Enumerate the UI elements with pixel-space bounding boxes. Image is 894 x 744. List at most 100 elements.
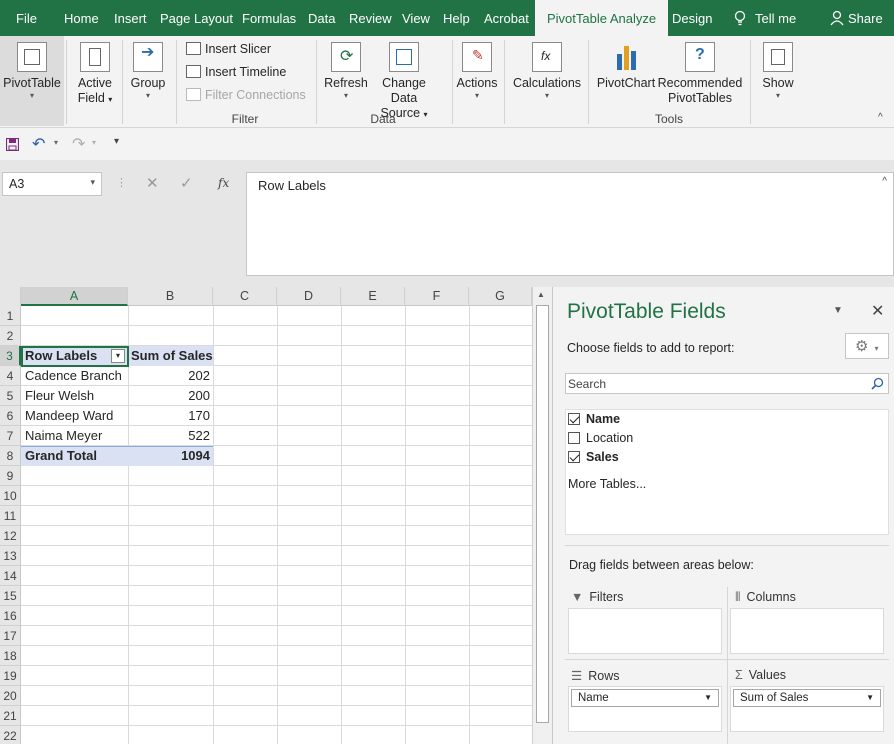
rows-drop-area[interactable]: Name ▼ — [568, 686, 722, 732]
vertical-scrollbar[interactable]: ▲ — [532, 287, 552, 744]
row-header[interactable]: 19 — [0, 666, 21, 686]
tools-gear-button[interactable]: ⚙ ▾ — [845, 333, 889, 359]
pivottable-button[interactable]: PivotTable ▾ — [0, 36, 64, 126]
column-header-g[interactable]: G — [469, 287, 532, 306]
formula-input[interactable]: Row Labels ^ — [246, 172, 894, 276]
actions-button[interactable]: ✎ Actions ▾ — [454, 42, 500, 101]
insert-timeline-button[interactable]: Insert Timeline — [186, 65, 286, 79]
checkbox-checked-icon[interactable] — [568, 451, 580, 463]
row-header[interactable]: 5 — [0, 386, 21, 406]
name-box[interactable]: A3 ▾ — [2, 172, 102, 196]
pivot-row-label[interactable]: Fleur Welsh — [22, 386, 97, 406]
pivot-row-value[interactable]: 200 — [128, 386, 213, 406]
tab-acrobat[interactable]: Acrobat — [484, 0, 529, 36]
row-header[interactable]: 13 — [0, 546, 21, 566]
column-header-d[interactable]: D — [277, 287, 341, 306]
values-field-dropdown[interactable]: Sum of Sales ▼ — [733, 689, 881, 707]
field-item-sales[interactable]: Sales — [568, 450, 619, 464]
tell-me-box[interactable]: Tell me — [733, 0, 796, 36]
change-data-source-button[interactable]: Change Data Source ▾ — [368, 42, 440, 122]
tab-pivottable-analyze[interactable]: PivotTable Analyze — [535, 0, 669, 36]
collapse-ribbon-icon[interactable]: ^ — [878, 112, 883, 123]
chevron-down-icon[interactable]: ▾ — [54, 138, 58, 147]
filter-dropdown-icon[interactable]: ▾ — [111, 349, 125, 363]
cancel-icon[interactable]: ✕ — [146, 174, 159, 192]
chevron-down-icon[interactable]: ▾ — [90, 177, 95, 188]
row-header[interactable]: 16 — [0, 606, 21, 626]
more-tables-link[interactable]: More Tables... — [568, 477, 646, 491]
checkbox-icon[interactable] — [568, 432, 580, 444]
row-header[interactable]: 3 — [0, 346, 21, 366]
redo-icon[interactable]: ↷ — [72, 134, 85, 154]
tab-review[interactable]: Review — [349, 0, 392, 36]
tab-design[interactable]: Design — [672, 0, 712, 36]
select-all-corner[interactable] — [0, 287, 21, 306]
collapse-formula-icon[interactable]: ^ — [882, 176, 887, 187]
tab-insert[interactable]: Insert — [114, 0, 147, 36]
row-header[interactable]: 9 — [0, 466, 21, 486]
refresh-button[interactable]: ⟳ Refresh ▾ — [322, 42, 370, 101]
pivot-row-value[interactable]: 202 — [128, 366, 213, 386]
row-header[interactable]: 6 — [0, 406, 21, 426]
filter-connections-button[interactable]: Filter Connections — [186, 88, 306, 102]
row-header[interactable]: 18 — [0, 646, 21, 666]
rows-field-dropdown[interactable]: Name ▼ — [571, 689, 719, 707]
worksheet-grid[interactable]: A B C D E F G 1 2 3 4 5 6 7 8 9 10 11 12 13 14 15 16 17 1… — [0, 287, 552, 744]
row-header[interactable]: 15 — [0, 586, 21, 606]
enter-icon[interactable]: ✓ — [180, 174, 193, 192]
tab-formulas[interactable]: Formulas — [242, 0, 296, 36]
pivot-grand-total-label[interactable]: Grand Total — [22, 446, 100, 466]
pivot-row-label[interactable]: Mandeep Ward — [22, 406, 116, 426]
search-icon[interactable] — [871, 377, 884, 390]
row-header[interactable]: 2 — [0, 326, 21, 346]
column-header-b[interactable]: B — [128, 287, 213, 306]
active-field-button[interactable]: Active Field ▾ — [72, 42, 118, 107]
pivotchart-button[interactable]: PivotChart — [594, 42, 658, 91]
filters-drop-area[interactable] — [568, 608, 722, 654]
column-header-c[interactable]: C — [213, 287, 277, 306]
pivot-grand-total-value[interactable]: 1094 — [128, 446, 213, 466]
tab-help[interactable]: Help — [443, 0, 470, 36]
undo-icon[interactable]: ↶ — [32, 134, 45, 154]
chevron-down-icon[interactable]: ▾ — [92, 138, 96, 147]
row-header[interactable]: 17 — [0, 626, 21, 646]
row-header[interactable]: 10 — [0, 486, 21, 506]
column-header-a[interactable]: A — [21, 287, 128, 306]
column-header-e[interactable]: E — [341, 287, 405, 306]
row-header[interactable]: 21 — [0, 706, 21, 726]
row-header[interactable]: 4 — [0, 366, 21, 386]
pane-options-icon[interactable]: ▼ — [833, 305, 843, 316]
recommended-pivottables-button[interactable]: ? Recommended PivotTables — [656, 42, 744, 106]
field-item-location[interactable]: Location — [568, 431, 633, 445]
scroll-up-icon[interactable]: ▲ — [537, 290, 545, 299]
field-item-name[interactable]: Name — [568, 412, 620, 426]
tab-file[interactable]: File — [16, 0, 37, 36]
columns-drop-area[interactable] — [730, 608, 884, 654]
pivot-row-label[interactable]: Naima Meyer — [22, 426, 105, 446]
customize-qat-icon[interactable]: ▾ — [114, 136, 119, 147]
row-header[interactable]: 7 — [0, 426, 21, 446]
group-button[interactable]: ➔ Group ▾ — [128, 42, 168, 101]
tab-view[interactable]: View — [402, 0, 430, 36]
tab-home[interactable]: Home — [64, 0, 99, 36]
pivot-row-value[interactable]: 522 — [128, 426, 213, 446]
close-icon[interactable]: ✕ — [871, 301, 884, 321]
calculations-button[interactable]: fx Calculations ▾ — [510, 42, 584, 101]
row-header[interactable]: 8 — [0, 446, 21, 466]
field-search-input[interactable]: Search — [565, 373, 889, 394]
insert-function-icon[interactable]: fx — [218, 176, 229, 190]
row-header[interactable]: 1 — [0, 306, 21, 326]
show-button[interactable]: Show ▾ — [756, 42, 800, 101]
row-header[interactable]: 12 — [0, 526, 21, 546]
scroll-thumb[interactable] — [536, 305, 549, 723]
insert-slicer-button[interactable]: Insert Slicer — [186, 42, 271, 56]
tab-page-layout[interactable]: Page Layout — [160, 0, 233, 36]
save-icon[interactable] — [6, 138, 19, 151]
values-drop-area[interactable]: Sum of Sales ▼ — [730, 686, 884, 732]
row-header[interactable]: 11 — [0, 506, 21, 526]
pivot-row-value[interactable]: 170 — [128, 406, 213, 426]
column-header-f[interactable]: F — [405, 287, 469, 306]
row-header[interactable]: 20 — [0, 686, 21, 706]
share-button[interactable]: Share — [830, 0, 883, 36]
row-header[interactable]: 22 — [0, 726, 21, 744]
